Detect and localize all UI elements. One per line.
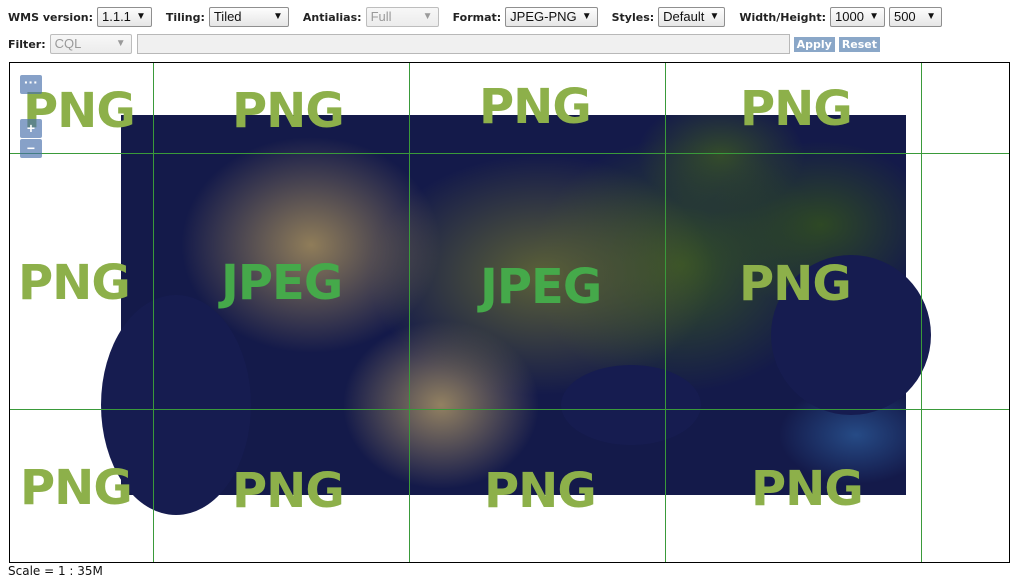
tile-grid-line (409, 63, 410, 562)
chevron-down-icon: ▼ (869, 11, 879, 22)
format-select[interactable]: JPEG-PNG ▼ (505, 7, 598, 27)
tile-format-label: PNG (20, 460, 133, 516)
chevron-down-icon: ▼ (926, 11, 936, 22)
filter-type-select[interactable]: CQL ▼ (49, 34, 132, 54)
filter-type-value: CQL (54, 36, 82, 51)
antialias-field: Antialias: Full ▼ (303, 7, 439, 27)
tile-format-label: JPEG (480, 259, 602, 315)
tile-format-label: PNG (484, 463, 597, 519)
reset-button[interactable]: Reset (838, 36, 881, 52)
height-value: 500 (893, 9, 916, 24)
tile-grid-line (153, 63, 154, 562)
filter-toolbar: Filter: CQL ▼ Apply Reset (8, 34, 1018, 54)
format-value: JPEG-PNG (510, 9, 577, 24)
tiling-label: Tiling: (165, 10, 205, 24)
options-toolbar: WMS version: 1.1.1 ▼ Tiling: Tiled ▼ Ant… (8, 7, 956, 27)
scale-readout: Scale = 1 : 35M (8, 564, 103, 578)
tile-format-label: PNG (740, 81, 853, 137)
styles-value: Default (663, 9, 705, 24)
height-select[interactable]: 500 ▼ (888, 7, 942, 27)
filter-input[interactable] (136, 34, 790, 54)
tile-grid-line (10, 409, 1009, 410)
tiling-value: Tiled (213, 9, 242, 24)
tile-grid-line (10, 153, 1009, 154)
chevron-down-icon: ▼ (115, 38, 126, 49)
width-value: 1000 (835, 9, 864, 24)
styles-field: Styles: Default ▼ (612, 7, 726, 27)
tile-format-label: PNG (751, 461, 864, 517)
zoom-out-button[interactable]: − (20, 139, 42, 158)
tiling-field: Tiling: Tiled ▼ (166, 7, 289, 27)
chevron-down-icon: ▼ (422, 11, 433, 22)
gulf-water (561, 365, 701, 445)
styles-select[interactable]: Default ▼ (658, 7, 726, 27)
apply-button[interactable]: Apply (793, 36, 835, 52)
antialias-value: Full (370, 9, 392, 24)
size-field: Width/Height: 1000 ▼ 500 ▼ (739, 7, 942, 27)
wms-version-label: WMS version: (8, 10, 93, 24)
tile-format-label: PNG (18, 255, 131, 311)
size-label: Width/Height: (739, 10, 827, 24)
tile-grid-line (921, 63, 922, 562)
styles-label: Styles: (611, 10, 655, 24)
tile-format-label: JPEG (221, 255, 343, 311)
zoom-in-button[interactable]: + (20, 119, 42, 138)
map-options-button[interactable]: ··· (20, 75, 42, 94)
chevron-down-icon: ▼ (581, 11, 592, 22)
wms-version-select[interactable]: 1.1.1 ▼ (97, 7, 152, 27)
antialias-select[interactable]: Full ▼ (365, 7, 439, 27)
width-select[interactable]: 1000 ▼ (830, 7, 885, 27)
chevron-down-icon: ▼ (709, 11, 720, 22)
tile-format-label: PNG (232, 463, 345, 519)
wms-version-field: WMS version: 1.1.1 ▼ (8, 7, 152, 27)
tile-grid-line (665, 63, 666, 562)
chevron-down-icon: ▼ (272, 11, 283, 22)
chevron-down-icon: ▼ (136, 11, 146, 22)
antialias-label: Antialias: (302, 10, 362, 24)
tiling-select[interactable]: Tiled ▼ (208, 7, 289, 27)
format-field: Format: JPEG-PNG ▼ (453, 7, 598, 27)
format-label: Format: (452, 10, 502, 24)
wms-version-value: 1.1.1 (102, 9, 131, 24)
map-viewport[interactable]: PNG PNG PNG PNG PNG JPEG JPEG PNG PNG PN… (9, 62, 1010, 563)
tile-format-label: PNG (232, 83, 345, 139)
tile-format-label: PNG (479, 79, 592, 135)
filter-label: Filter: (8, 37, 46, 51)
tile-format-label: PNG (739, 256, 852, 312)
